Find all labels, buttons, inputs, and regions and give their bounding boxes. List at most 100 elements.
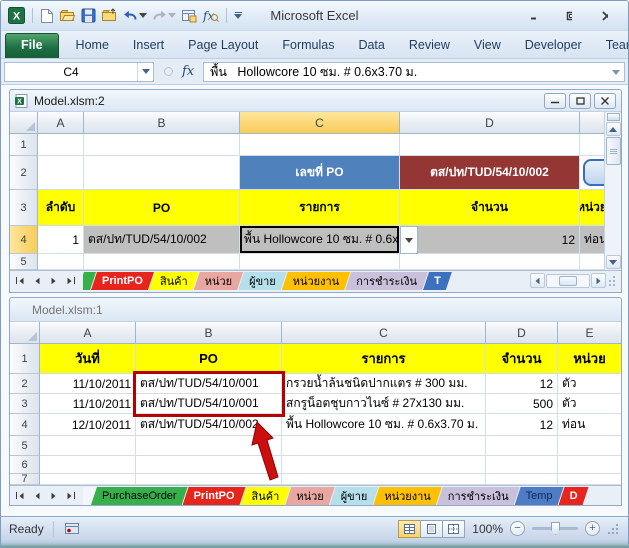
- sheet-tab-การชำระเงิน[interactable]: การชำระเงิน: [437, 487, 520, 505]
- row-header-5[interactable]: 5: [10, 436, 40, 456]
- next-sheet-button[interactable]: [46, 273, 61, 288]
- row-header-7[interactable]: 7: [10, 474, 40, 485]
- zoom-in-button[interactable]: +: [585, 521, 600, 536]
- macro-button-partial[interactable]: [583, 159, 604, 186]
- name-box-dropdown-icon[interactable]: [137, 63, 153, 81]
- last-sheet-button[interactable]: [62, 488, 77, 503]
- cell-item[interactable]: สกรูน็อตชุบกาวไนซ์ # 27x130 มม.: [282, 394, 486, 414]
- cell[interactable]: [282, 456, 486, 474]
- column-header-c[interactable]: C: [282, 322, 486, 344]
- cell[interactable]: [84, 254, 240, 270]
- name-box[interactable]: C4: [4, 62, 154, 82]
- cell[interactable]: [40, 436, 136, 456]
- scroll-down-button[interactable]: [606, 255, 621, 269]
- child-minimize-button[interactable]: [544, 93, 566, 109]
- vertical-scrollbar[interactable]: [604, 112, 621, 270]
- cell-unit[interactable]: ท่อน: [558, 414, 621, 436]
- cell-date[interactable]: 11/10/2011: [40, 374, 136, 394]
- cell-date[interactable]: 12/10/2011: [40, 414, 136, 436]
- scroll-up-button[interactable]: [606, 122, 621, 136]
- selected-cell-c4[interactable]: พื้น Hollowcore 10 ซม. # 0.6x3.70 ม.: [240, 226, 400, 254]
- horizontal-scrollbar[interactable]: [528, 272, 619, 288]
- header-po[interactable]: PO: [136, 344, 282, 374]
- page-layout-view-button[interactable]: [420, 520, 443, 538]
- column-header-a[interactable]: A: [40, 322, 136, 344]
- header-unit[interactable]: หน่วย: [558, 344, 621, 374]
- sheet-tab-PrintPO[interactable]: PrintPO: [91, 272, 154, 290]
- cell[interactable]: [240, 254, 400, 270]
- cell[interactable]: [38, 156, 84, 190]
- ribbon-tab-formulas[interactable]: Formulas: [270, 34, 346, 58]
- row-header-1[interactable]: 1: [10, 134, 38, 156]
- header-qty[interactable]: จำนวน: [486, 344, 558, 374]
- column-header-e[interactable]: [580, 112, 604, 134]
- cell-po[interactable]: ตส/ปท/TUD/54/10/002: [136, 414, 282, 436]
- ribbon-tab-team[interactable]: Team: [594, 34, 629, 58]
- cell-unit[interactable]: ตัว: [558, 394, 621, 414]
- first-sheet-button[interactable]: [14, 488, 29, 503]
- previous-sheet-button[interactable]: [30, 488, 45, 503]
- cell-qty[interactable]: 500: [486, 394, 558, 414]
- sheet-tab-D[interactable]: D: [559, 487, 589, 505]
- h-scrollbar-track[interactable]: [546, 274, 590, 288]
- zoom-out-button[interactable]: −: [510, 521, 525, 536]
- resize-grip-icon[interactable]: [607, 275, 617, 287]
- customize-quick-access-button[interactable]: [233, 11, 243, 20]
- po-label-cell[interactable]: เลขที่ PO: [240, 156, 400, 190]
- window-resize-grip[interactable]: [607, 522, 620, 535]
- first-sheet-button[interactable]: [14, 273, 29, 288]
- cell-item[interactable]: พื้น Hollowcore 10 ซม. # 0.6x3.70 ม.: [282, 414, 486, 436]
- h-scrollbar-thumb[interactable]: [559, 276, 577, 286]
- cell[interactable]: [558, 474, 621, 485]
- cell[interactable]: [486, 436, 558, 456]
- next-sheet-button[interactable]: [46, 488, 61, 503]
- cell[interactable]: [136, 456, 282, 474]
- header-date[interactable]: วันที่: [40, 344, 136, 374]
- cell[interactable]: [240, 134, 400, 156]
- scroll-right-button[interactable]: [591, 273, 606, 288]
- ribbon-tab-insert[interactable]: Insert: [121, 34, 176, 58]
- sheet-tab-PrintPO[interactable]: PrintPO: [183, 487, 246, 505]
- sheet-tab-Temp[interactable]: Temp: [515, 487, 564, 505]
- child-close-button[interactable]: [594, 93, 616, 109]
- cell[interactable]: [580, 134, 604, 156]
- header-item[interactable]: รายการ: [282, 344, 486, 374]
- open-folder-button[interactable]: [58, 7, 77, 24]
- cell-unit[interactable]: ท่อน: [580, 226, 604, 254]
- cell-qty[interactable]: 12: [400, 226, 580, 254]
- ribbon-tab-review[interactable]: Review: [397, 34, 462, 58]
- sheet-tab-สินค้า[interactable]: สินค้า: [241, 487, 291, 505]
- macro-record-button[interactable]: [63, 521, 81, 536]
- last-sheet-button[interactable]: [62, 273, 77, 288]
- page-break-preview-button[interactable]: [442, 520, 465, 538]
- cell[interactable]: [136, 436, 282, 456]
- insert-function-button[interactable]: fx: [201, 7, 220, 24]
- row-header-3[interactable]: 3: [10, 190, 38, 226]
- header-qty[interactable]: จำนวน: [400, 190, 580, 226]
- row-header-4[interactable]: 4: [10, 414, 40, 436]
- cell-no[interactable]: 1: [38, 226, 84, 254]
- child-title-bar[interactable]: Model.xlsm:1: [10, 298, 621, 322]
- child-title-bar[interactable]: X Model.xlsm:2: [10, 90, 621, 112]
- column-header-d[interactable]: D: [486, 322, 558, 344]
- scrollbar-thumb[interactable]: [606, 137, 621, 165]
- cell[interactable]: [38, 134, 84, 156]
- sheet-tab-การชำระเงิน[interactable]: การชำระเงิน: [345, 272, 428, 290]
- po-number-cell[interactable]: ตส/ปท/TUD/54/10/002: [400, 156, 580, 190]
- switch-windows-button[interactable]: [180, 7, 198, 24]
- undo-button[interactable]: [122, 7, 148, 24]
- cell-qty[interactable]: 12: [486, 414, 558, 436]
- header-item[interactable]: รายการ: [240, 190, 400, 226]
- sheet-tab-หน่วยงาน[interactable]: หน่วยงาน: [373, 487, 441, 505]
- row-header-4[interactable]: 4: [10, 226, 38, 254]
- column-header-c[interactable]: C: [240, 112, 400, 134]
- cell[interactable]: [40, 456, 136, 474]
- cell-po[interactable]: ตส/ปท/TUD/54/10/001: [136, 374, 282, 394]
- ribbon-tab-view[interactable]: View: [462, 34, 513, 58]
- ribbon-tab-data[interactable]: Data: [346, 34, 396, 58]
- cell[interactable]: [486, 456, 558, 474]
- header-po[interactable]: PO: [84, 190, 240, 226]
- select-all-corner[interactable]: [10, 112, 38, 134]
- cell-unit[interactable]: ตัว: [558, 374, 621, 394]
- close-button[interactable]: [596, 9, 614, 23]
